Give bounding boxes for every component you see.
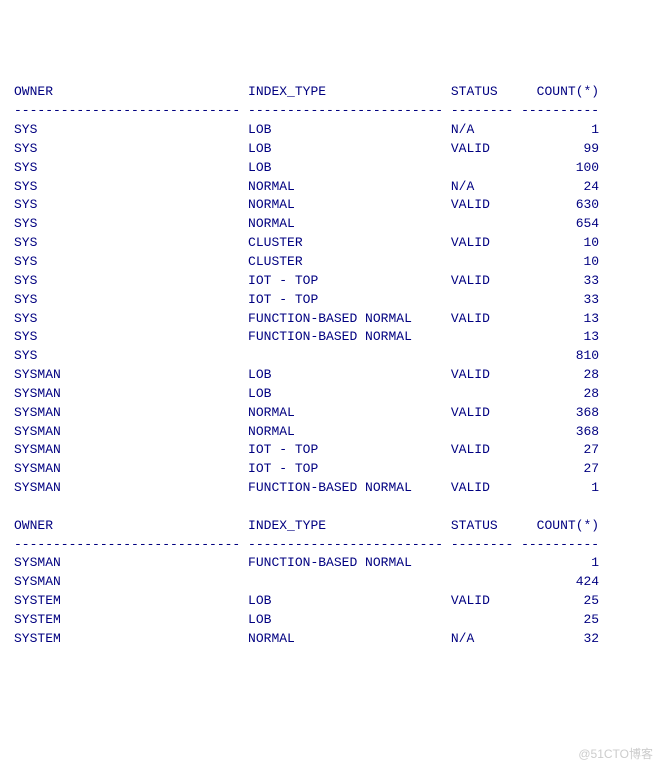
watermark: @51CTO博客 [578, 746, 653, 763]
query-output: OWNER INDEX_TYPE STATUS COUNT(*) -------… [14, 83, 647, 648]
